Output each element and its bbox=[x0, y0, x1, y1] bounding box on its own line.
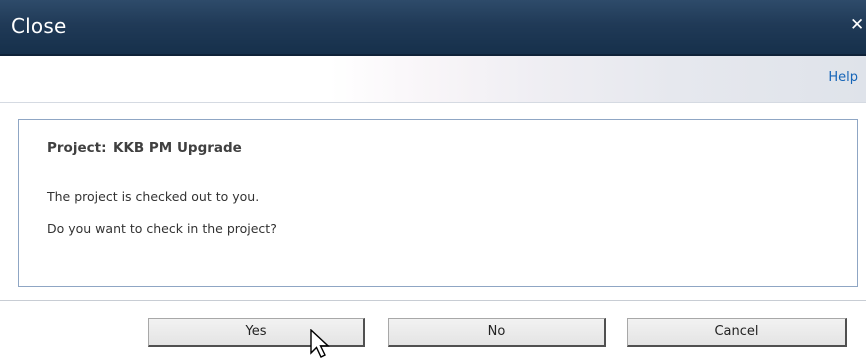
check-in-question: Do you want to check in the project? bbox=[47, 221, 277, 236]
project-label: Project: bbox=[47, 140, 107, 156]
close-icon[interactable]: ✕ bbox=[850, 15, 866, 37]
dialog-titlebar: Close ✕ bbox=[0, 0, 866, 56]
project-name: KKB PM Upgrade bbox=[113, 140, 242, 156]
no-button[interactable]: No bbox=[388, 318, 606, 347]
project-line: Project: KKB PM Upgrade bbox=[47, 140, 242, 156]
dialog-toolbar: Help bbox=[0, 56, 866, 103]
mouse-pointer-icon bbox=[310, 329, 330, 358]
dialog-title: Close bbox=[11, 14, 67, 38]
help-link[interactable]: Help bbox=[828, 70, 858, 85]
close-dialog: Close ✕ Help Project: KKB PM Upgrade The … bbox=[0, 0, 866, 360]
button-separator bbox=[0, 300, 866, 301]
message-panel: Project: KKB PM Upgrade The project is ch… bbox=[18, 119, 858, 287]
checked-out-message: The project is checked out to you. bbox=[47, 189, 260, 204]
cancel-button[interactable]: Cancel bbox=[627, 318, 847, 347]
